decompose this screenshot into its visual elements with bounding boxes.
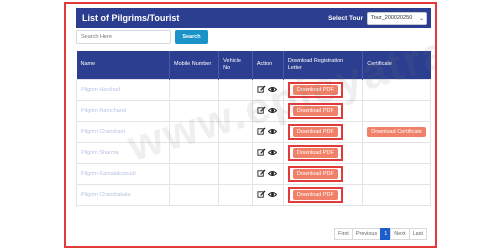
- vehicle-no-cell: [218, 162, 253, 185]
- column-header-vehicle: Vehicle No: [218, 51, 253, 79]
- tour-selector: Select Tour Tour_200020250 ⌄: [328, 11, 427, 25]
- column-header-download: Download Registration Letter: [283, 51, 364, 79]
- pagination-first[interactable]: First: [334, 228, 353, 240]
- tour-select-value: Tour_200020250: [371, 15, 413, 21]
- table-row: Pilgrim Chandrakala Download PDF: [75, 183, 431, 206]
- download-certificate-button[interactable]: Download Certificate: [367, 126, 426, 137]
- certificate-cell: [362, 183, 431, 206]
- column-header-name: Name: [76, 51, 171, 79]
- action-cell: [251, 141, 284, 164]
- download-registration-cell: Download PDF: [282, 183, 364, 206]
- download-pdf-button[interactable]: Download PDF: [292, 105, 338, 116]
- vehicle-no-cell: [218, 183, 253, 206]
- download-registration-cell: Download PDF: [282, 120, 364, 143]
- mobile-number-cell: [169, 141, 220, 164]
- edit-icon[interactable]: [257, 106, 266, 115]
- column-header-mobile: Mobile Number: [169, 51, 220, 79]
- pagination-last[interactable]: Last: [408, 228, 427, 240]
- download-registration-cell: Download PDF: [282, 162, 364, 185]
- action-cell: [251, 162, 284, 185]
- column-header-certificate: Certificate: [362, 51, 431, 79]
- table-row: Pilgrim Kamalakumudi Download PDF: [75, 162, 431, 185]
- mobile-number-cell: [169, 78, 220, 101]
- view-eye-icon[interactable]: [267, 169, 278, 178]
- action-cell: [251, 78, 284, 101]
- edit-icon[interactable]: [257, 148, 266, 157]
- table-row: Pilgrim Harshad Download PDF: [75, 78, 431, 101]
- search-bar: Search: [76, 30, 276, 44]
- pilgrim-name-cell: Pilgrim Chandrakala: [75, 183, 171, 206]
- download-pdf-highlight: Download PDF: [287, 123, 343, 140]
- download-registration-cell: Download PDF: [282, 78, 364, 101]
- panel-header: List of Pilgrims/Tourist Select Tour Tou…: [76, 8, 431, 28]
- search-button[interactable]: Search: [175, 30, 208, 44]
- download-pdf-button[interactable]: Download PDF: [292, 147, 338, 158]
- view-eye-icon[interactable]: [267, 85, 278, 94]
- vehicle-no-cell: [218, 141, 253, 164]
- chevron-down-icon: ⌄: [418, 15, 424, 22]
- edit-icon[interactable]: [257, 169, 266, 178]
- vehicle-no-cell: [218, 78, 253, 101]
- download-pdf-button[interactable]: Download PDF: [292, 126, 338, 137]
- view-eye-icon[interactable]: [267, 190, 278, 199]
- download-pdf-button[interactable]: Download PDF: [292, 168, 338, 179]
- download-pdf-highlight: Download PDF: [287, 186, 343, 203]
- view-eye-icon[interactable]: [267, 127, 278, 136]
- certificate-cell: [362, 78, 431, 101]
- download-pdf-button[interactable]: Download PDF: [292, 189, 338, 200]
- pilgrim-name-cell: Pilgrim Sharma: [75, 141, 171, 164]
- certificate-cell: [362, 162, 431, 185]
- vehicle-no-cell: [218, 120, 253, 143]
- download-pdf-highlight: Download PDF: [287, 102, 343, 119]
- action-cell: [251, 183, 284, 206]
- tour-select[interactable]: Tour_200020250 ⌄: [367, 11, 427, 25]
- column-header-action: Action: [252, 51, 284, 79]
- view-eye-icon[interactable]: [267, 148, 278, 157]
- pilgrim-name-cell: Pilgrim Chandrant: [75, 120, 171, 143]
- mobile-number-cell: [169, 162, 220, 185]
- pilgrim-name-cell: Pilgrim Harshad: [75, 78, 171, 101]
- action-cell: [251, 99, 284, 122]
- action-cell: [251, 120, 284, 143]
- vehicle-no-cell: [218, 99, 253, 122]
- mobile-number-cell: [169, 120, 220, 143]
- pagination-next[interactable]: Next: [390, 228, 410, 240]
- pilgrim-name-cell: Pilgrim Ramchand: [75, 99, 171, 122]
- download-pdf-highlight: Download PDF: [287, 144, 343, 161]
- certificate-cell: Download Certificate: [362, 120, 431, 143]
- pagination: First Previous 1 Next Last: [334, 228, 427, 240]
- download-registration-cell: Download PDF: [282, 141, 364, 164]
- table-row: Pilgrim Ramchand Download PDF: [75, 99, 431, 122]
- download-pdf-highlight: Download PDF: [287, 81, 343, 98]
- table-row: Pilgrim Chandrant Download PDF Download Ce…: [75, 120, 431, 143]
- download-registration-cell: Download PDF: [282, 99, 364, 122]
- mobile-number-cell: [169, 99, 220, 122]
- download-pdf-highlight: Download PDF: [287, 165, 343, 182]
- pagination-previous[interactable]: Previous: [351, 228, 382, 240]
- edit-icon[interactable]: [257, 127, 266, 136]
- table-row: Pilgrim Sharma Download PDF: [75, 141, 431, 164]
- view-eye-icon[interactable]: [267, 106, 278, 115]
- pilgrim-list-panel: List of Pilgrims/Tourist Select Tour Tou…: [64, 2, 437, 248]
- edit-icon[interactable]: [257, 190, 266, 199]
- certificate-cell: [362, 141, 431, 164]
- search-input[interactable]: [76, 30, 171, 44]
- mobile-number-cell: [169, 183, 220, 206]
- pilgrims-table: Name Mobile Number Vehicle No Action Dow…: [75, 51, 431, 206]
- page-title: List of Pilgrims/Tourist: [82, 13, 180, 23]
- table-header-row: Name Mobile Number Vehicle No Action Dow…: [76, 51, 431, 79]
- download-pdf-button[interactable]: Download PDF: [292, 84, 338, 95]
- certificate-cell: [362, 99, 431, 122]
- select-tour-label: Select Tour: [328, 14, 363, 22]
- pilgrim-name-cell: Pilgrim Kamalakumudi: [75, 162, 171, 185]
- edit-icon[interactable]: [257, 85, 266, 94]
